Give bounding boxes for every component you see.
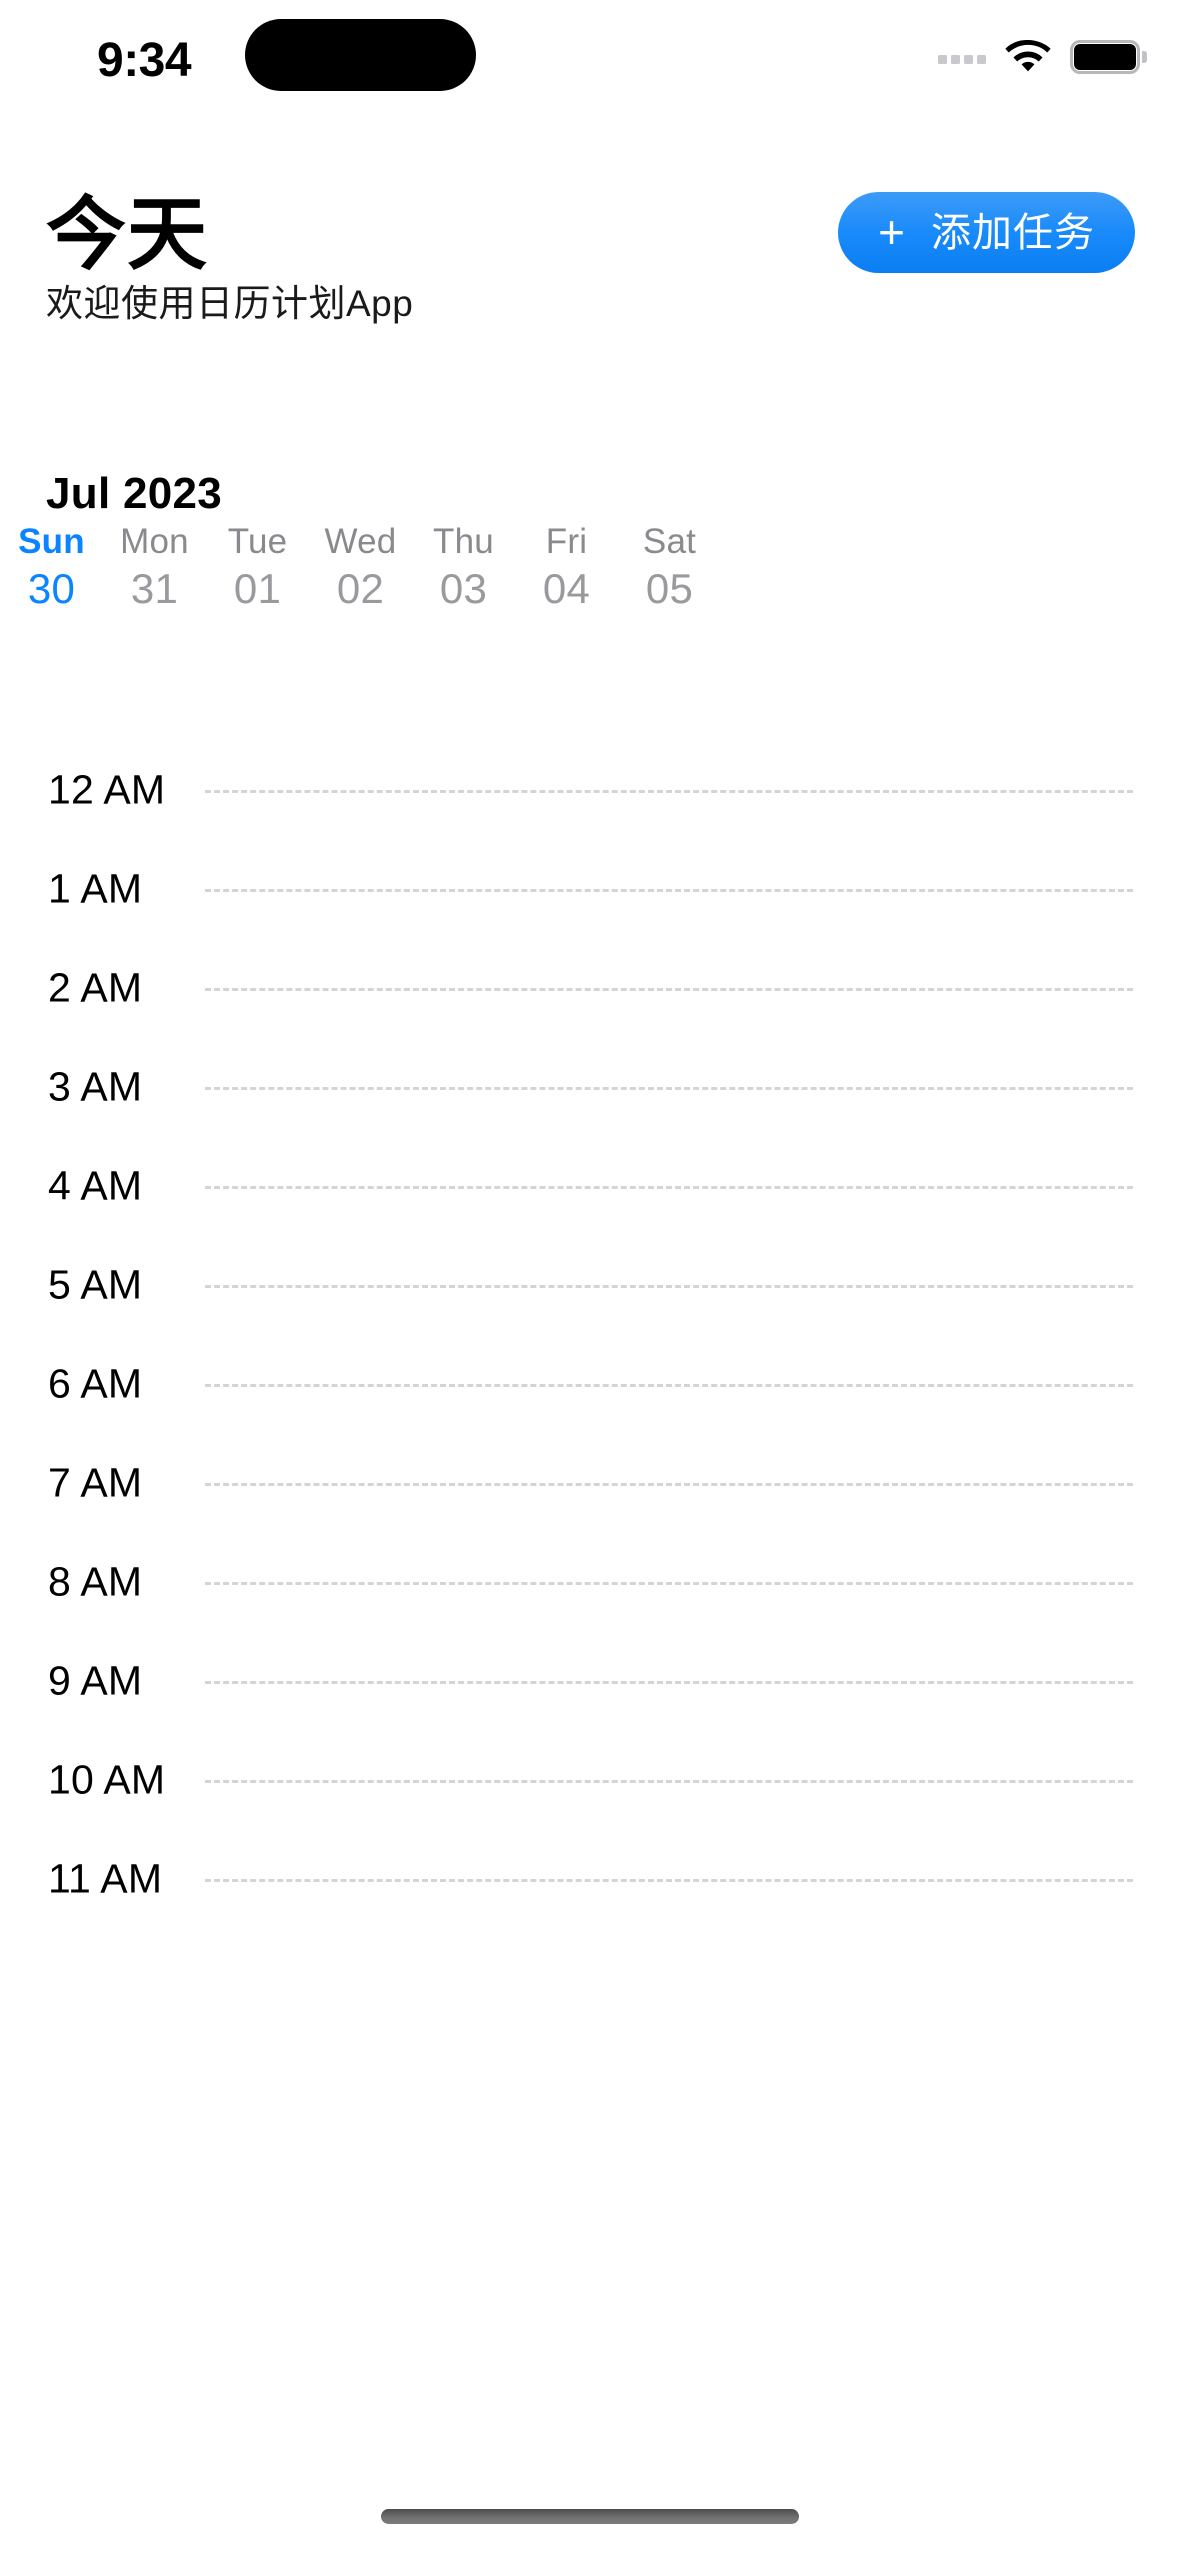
day-column-mon[interactable]: Mon 31: [103, 522, 206, 610]
hour-gridline: [205, 1582, 1133, 1585]
status-bar-time: 9:34: [97, 34, 192, 87]
hour-label: 9 AM: [48, 1657, 143, 1704]
month-label: Jul 2023: [46, 469, 223, 518]
day-number: 01: [233, 565, 282, 612]
hour-label: 4 AM: [48, 1162, 143, 1209]
hour-label: 3 AM: [48, 1063, 143, 1110]
day-number: 30: [27, 565, 76, 612]
day-name: Wed: [324, 522, 397, 561]
day-column-tue[interactable]: Tue 01: [206, 522, 309, 610]
day-name: Sun: [18, 522, 85, 561]
hour-label: 10 AM: [48, 1756, 166, 1803]
day-name: Mon: [120, 522, 189, 561]
hour-gridline: [205, 1681, 1133, 1684]
hour-label: 12 AM: [48, 766, 166, 813]
day-column-fri[interactable]: Fri 04: [515, 522, 618, 610]
wifi-icon: [1005, 40, 1051, 72]
dynamic-island: [245, 19, 476, 91]
hour-label: 5 AM: [48, 1261, 143, 1308]
week-day-strip[interactable]: Sun 30 Mon 31 Tue 01 Wed 02 Thu 03 Fri 04 Sat 05: [0, 522, 1179, 610]
status-bar: 9:34: [0, 0, 1179, 115]
hour-gridline: [205, 1483, 1133, 1486]
hour-label: 7 AM: [48, 1459, 143, 1506]
day-column-thu[interactable]: Thu 03: [412, 522, 515, 610]
hour-gridline: [205, 1285, 1133, 1288]
hour-label: 11 AM: [48, 1855, 163, 1902]
day-name: Fri: [545, 522, 588, 561]
day-number: 04: [542, 565, 591, 612]
plus-icon: +: [878, 205, 905, 258]
page-subtitle: 欢迎使用日历计划App: [46, 283, 414, 324]
day-number: 05: [645, 565, 694, 612]
battery-full-icon: [1070, 40, 1147, 74]
add-task-button[interactable]: + 添加任务: [838, 192, 1135, 273]
hour-gridline: [205, 1780, 1133, 1783]
hour-gridline: [205, 1879, 1133, 1882]
add-task-button-label: 添加任务: [931, 210, 1095, 255]
home-indicator: [380, 2509, 799, 2524]
day-number: 03: [439, 565, 488, 612]
day-name: Tue: [227, 522, 288, 561]
app-screen: 9:34 今天 欢迎使用日历计划App + 添加任务 Jul 2023 Sun …: [0, 0, 1179, 2556]
time-grid[interactable]: 12 AM 1 AM 2 AM 3 AM 4 AM 5 AM 6 AM 7 AM 8 AM 9 A…: [0, 700, 1179, 2556]
day-number: 02: [336, 565, 385, 612]
page-title: 今天: [46, 190, 208, 279]
hour-gridline: [205, 889, 1133, 892]
day-column-wed[interactable]: Wed 02: [309, 522, 412, 610]
day-name: Sat: [642, 522, 697, 561]
hour-gridline: [205, 1087, 1133, 1090]
day-column-sat[interactable]: Sat 05: [618, 522, 721, 610]
hour-label: 6 AM: [48, 1360, 143, 1407]
day-number: 31: [130, 565, 179, 612]
hour-gridline: [205, 790, 1133, 793]
hour-gridline: [205, 988, 1133, 991]
hour-gridline: [205, 1384, 1133, 1387]
hour-label: 8 AM: [48, 1558, 143, 1605]
day-column-sun[interactable]: Sun 30: [0, 522, 103, 610]
day-name: Thu: [433, 522, 494, 561]
page-header: 今天 欢迎使用日历计划App + 添加任务: [0, 140, 1179, 322]
hour-label: 1 AM: [48, 865, 143, 912]
signal-dots-icon: [938, 50, 986, 64]
status-bar-indicators: [938, 36, 1147, 78]
hour-label: 2 AM: [48, 964, 143, 1011]
hour-gridline: [205, 1186, 1133, 1189]
